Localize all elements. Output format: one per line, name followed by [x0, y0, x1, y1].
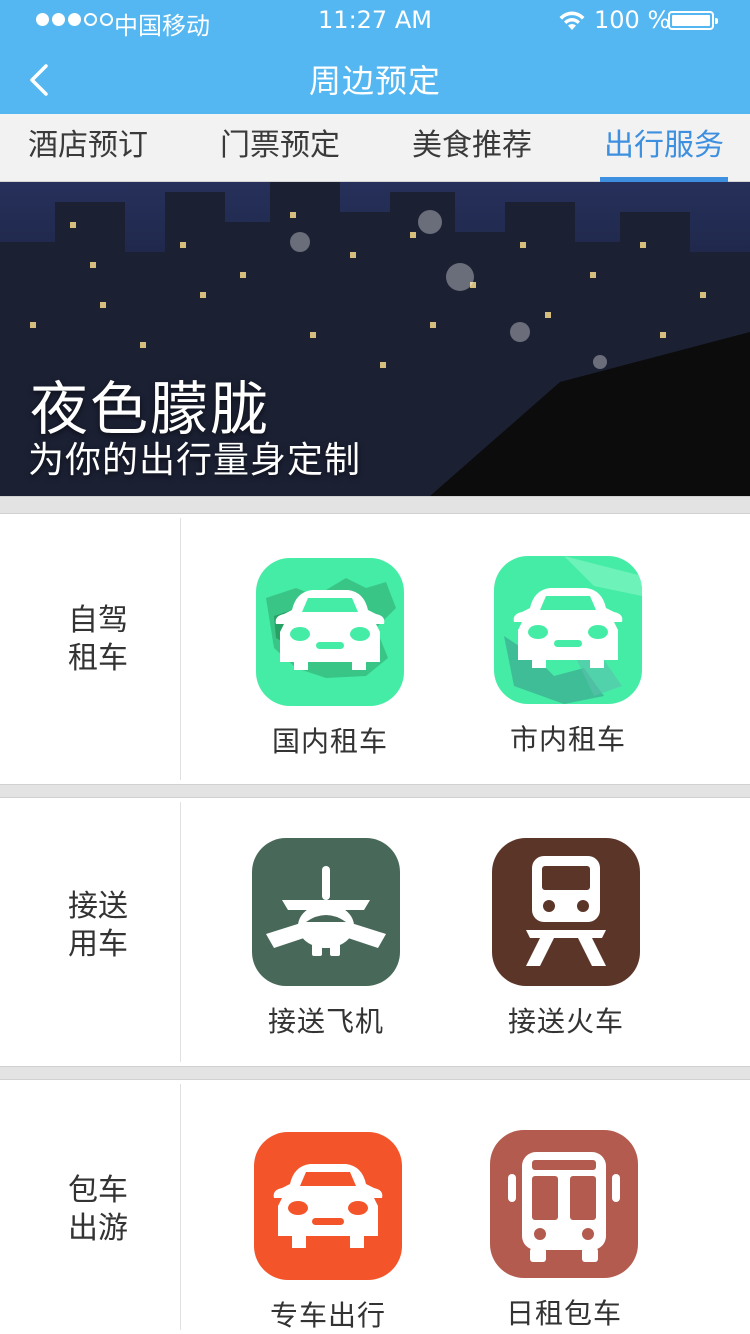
bus-icon — [490, 1130, 638, 1278]
airport-transfer-item[interactable]: 接送飞机 — [236, 838, 416, 1040]
section-divider — [0, 1066, 750, 1080]
tab-hotel[interactable]: 酒店预订 — [28, 114, 148, 182]
car-map-icon — [256, 558, 404, 706]
train-transfer-label: 接送火车 — [507, 1005, 624, 1038]
train-transfer-item[interactable]: 接送火车 — [476, 838, 656, 1040]
battery-percent: 100 % — [594, 6, 671, 34]
city-rental-label: 市内租车 — [509, 723, 626, 756]
daily-charter-item[interactable]: 日租包车 — [474, 1130, 654, 1332]
private-car-label: 专车出行 — [269, 1299, 386, 1332]
status-bar: 中国移动 11:27 AM 100 % — [0, 0, 750, 40]
top-bar: 中国移动 11:27 AM 100 % 周边预定 — [0, 0, 750, 114]
section-transfer: 接送 用车 接送飞机 接送火车 — [0, 798, 750, 1066]
section-label-charter: 包车 出游 — [68, 1173, 128, 1246]
wifi-icon — [559, 11, 585, 30]
section-divider — [0, 784, 750, 798]
airplane-icon — [252, 838, 400, 986]
section-label-self-drive: 自驾 租车 — [68, 603, 128, 676]
banner-subtitle: 为你的出行量身定制 — [28, 440, 362, 481]
domestic-rental-item[interactable]: 国内租车 — [240, 558, 420, 760]
page-title: 周边预定 — [308, 62, 441, 100]
section-self-drive: 自驾 租车 国内租车 市内租车 — [0, 514, 750, 784]
section-charter: 包车 出游 专车出行 日租包车 — [0, 1080, 750, 1334]
battery-icon — [668, 11, 718, 30]
banner[interactable]: 夜色朦胧 为你的出行量身定制 — [0, 182, 750, 496]
section-label-transfer: 接送 用车 — [68, 889, 128, 962]
train-icon — [492, 838, 640, 986]
private-car-item[interactable]: 专车出行 — [238, 1132, 418, 1334]
airport-transfer-label: 接送飞机 — [267, 1005, 384, 1038]
daily-charter-label: 日租包车 — [505, 1297, 622, 1330]
city-rental-item[interactable]: 市内租车 — [478, 556, 658, 758]
section-divider — [0, 496, 750, 514]
tab-food[interactable]: 美食推荐 — [412, 114, 532, 182]
car-city-map-icon — [494, 556, 642, 704]
car-icon — [254, 1132, 402, 1280]
domestic-rental-label: 国内租车 — [271, 725, 388, 758]
tab-travel-service[interactable]: 出行服务 — [600, 114, 728, 182]
category-tabs: 酒店预订 门票预定 美食推荐 出行服务 — [0, 114, 750, 182]
tab-tickets[interactable]: 门票预定 — [220, 114, 340, 182]
